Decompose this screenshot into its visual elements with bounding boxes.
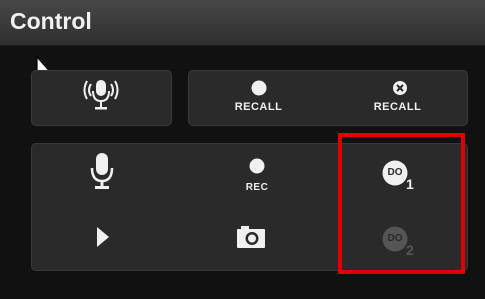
- microphone-icon: [90, 153, 114, 189]
- record-dot-icon: [251, 80, 267, 96]
- do1-number: 1: [406, 176, 414, 192]
- control-panel: Control RECALL RECALL REC DO 1 DO 2: [0, 0, 485, 299]
- do2-badge-text: DO: [387, 233, 403, 244]
- record-label: REC: [245, 182, 269, 193]
- broadcast-mic-button[interactable]: [32, 71, 171, 125]
- digital-output-2-button[interactable]: DO 2: [362, 218, 432, 264]
- record-dot-icon: [249, 158, 265, 174]
- play-icon: [97, 227, 109, 247]
- recall-record-button[interactable]: RECALL: [189, 71, 328, 125]
- play-button[interactable]: [92, 222, 122, 256]
- microphone-button[interactable]: [72, 150, 132, 200]
- close-circle-icon: [393, 81, 407, 95]
- do1-badge-text: DO: [387, 167, 403, 178]
- recall-cancel-label: RECALL: [373, 101, 422, 113]
- recall-record-label: RECALL: [234, 101, 283, 113]
- panel-title: Control: [10, 8, 92, 34]
- camera-icon: [237, 226, 265, 248]
- broadcast-mic-box: [31, 70, 172, 126]
- panel-header: Control: [0, 0, 485, 46]
- do2-number: 2: [406, 242, 414, 258]
- recall-box: RECALL RECALL: [188, 70, 468, 126]
- snapshot-button[interactable]: [227, 222, 277, 256]
- digital-output-1-button[interactable]: DO 1: [362, 152, 432, 202]
- record-button[interactable]: REC: [217, 150, 297, 206]
- main-controls-box: REC DO 1 DO 2: [31, 143, 468, 271]
- recall-cancel-button[interactable]: RECALL: [328, 71, 467, 125]
- broadcast-microphone-icon: [83, 80, 119, 110]
